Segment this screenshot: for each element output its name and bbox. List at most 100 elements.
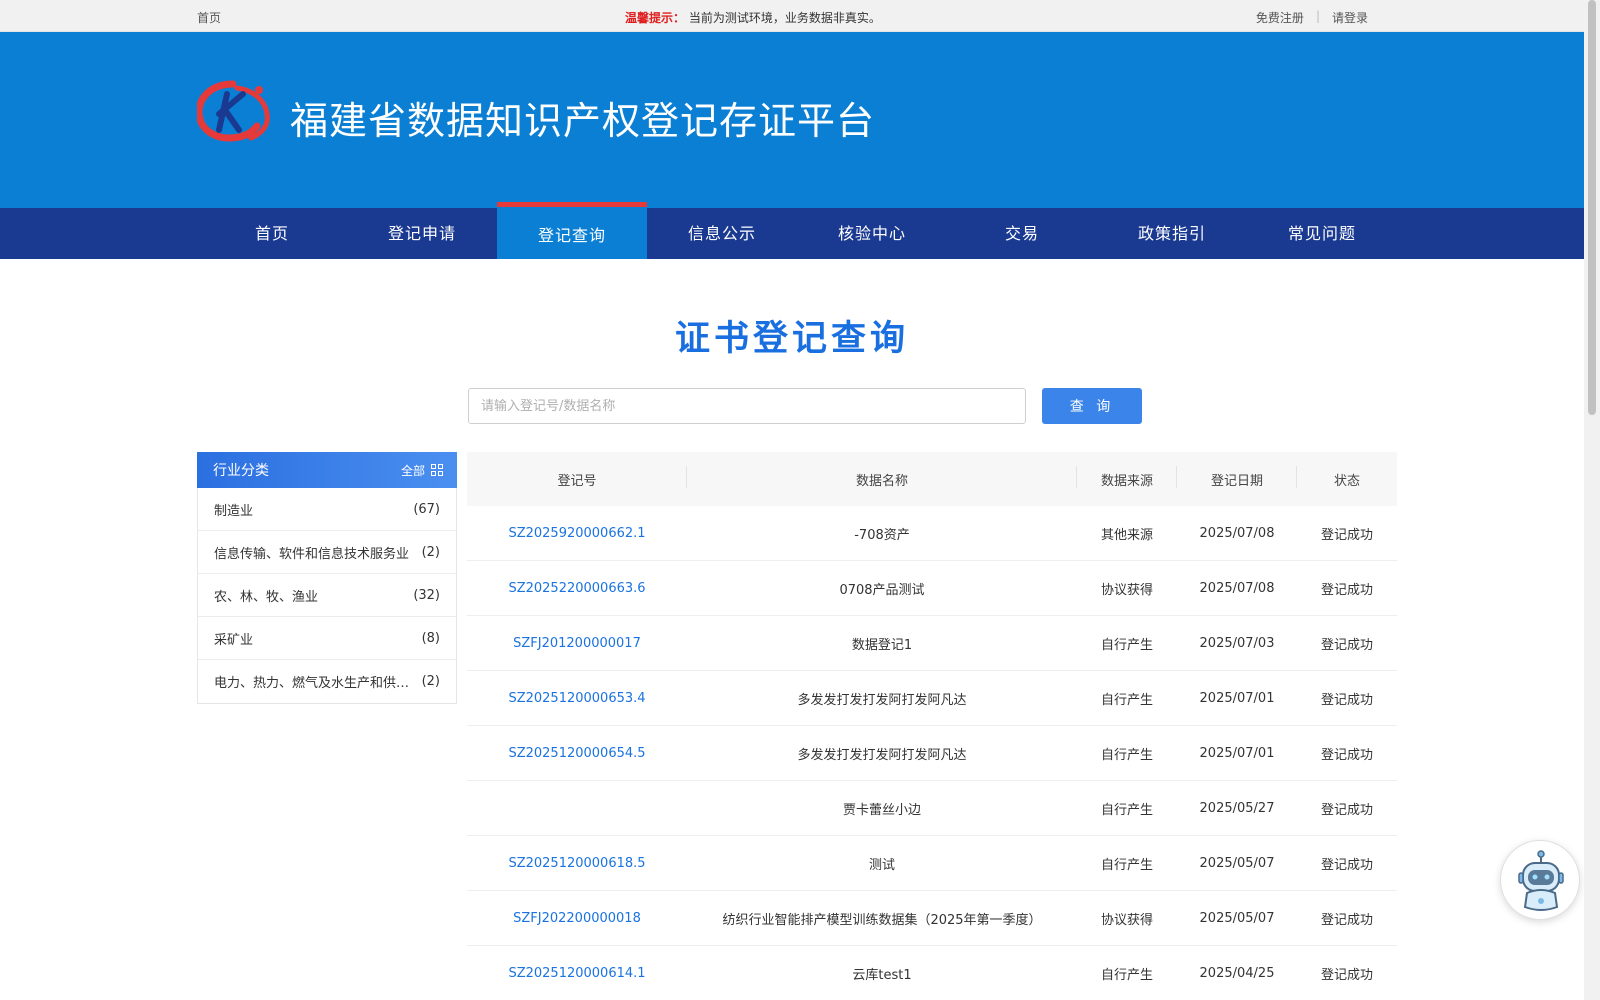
sidebar-all-button[interactable]: 全部 <box>401 462 443 479</box>
page-scrollbar[interactable] <box>1584 0 1600 1000</box>
status-cell: 登记成功 <box>1320 857 1373 873</box>
scrollbar-thumb[interactable] <box>1588 0 1596 415</box>
header-reg-no: 登记号 <box>467 465 687 489</box>
table-header: 登记号 数据名称 数据来源 登记日期 状态 <box>467 452 1397 506</box>
table-row: SZ2025120000614.1 云库test1 自行产生 2025/04/2… <box>467 946 1397 1000</box>
header-status: 状态 <box>1333 473 1360 489</box>
source-cell: 协议获得 <box>1100 582 1153 598</box>
sidebar-item-count: (2) <box>421 544 440 560</box>
status-cell: 登记成功 <box>1320 967 1373 983</box>
assistant-robot-button[interactable] <box>1500 840 1580 920</box>
data-name-cell: 多发发打发打发阿打发阿凡达 <box>797 692 967 708</box>
status-cell: 登记成功 <box>1320 747 1373 763</box>
sidebar-all-label: 全部 <box>400 463 425 478</box>
nav-register-apply[interactable]: 登记申请 <box>347 208 497 259</box>
data-name-cell: 测试 <box>868 857 895 873</box>
header-source: 数据来源 <box>1077 465 1177 489</box>
header-data-name: 数据名称 <box>687 465 1077 489</box>
sidebar-title: 行业分类 <box>213 463 269 479</box>
table-row: SZFJ201200000017 数据登记1 自行产生 2025/07/03 登… <box>467 616 1397 671</box>
nav-verify-center[interactable]: 核验中心 <box>797 208 947 259</box>
data-name-cell: 数据登记1 <box>851 637 913 653</box>
reg-no-link[interactable]: SZ2025920000662.1 <box>467 526 687 541</box>
header-date: 登记日期 <box>1177 465 1297 489</box>
nav-trade[interactable]: 交易 <box>947 208 1097 259</box>
page-title: 证书登记查询 <box>674 319 909 359</box>
sidebar-item-utilities[interactable]: 电力、热力、燃气及水生产和供应业 (2) <box>198 660 456 703</box>
source-cell: 其他来源 <box>1100 527 1153 543</box>
data-name-cell: 云库test1 <box>852 967 912 983</box>
status-cell: 登记成功 <box>1320 912 1373 928</box>
date-cell: 2025/04/25 <box>1199 965 1275 981</box>
environment-notice: 温馨提示： 当前为测试环境，业务数据非真实。 <box>625 9 881 26</box>
site-header: 福建省数据知识产权登记存证平台 <box>0 32 1584 208</box>
data-name-cell: -708资产 <box>854 527 910 543</box>
nav-faq[interactable]: 常见问题 <box>1247 208 1397 259</box>
date-cell: 2025/07/08 <box>1199 580 1275 596</box>
top-home-link[interactable]: 首页 <box>197 9 221 26</box>
sidebar-header: 行业分类 全部 <box>197 452 457 488</box>
nav-policy-guide[interactable]: 政策指引 <box>1097 208 1247 259</box>
table-row: SZ2025120000653.4 多发发打发打发阿打发阿凡达 自行产生 202… <box>467 671 1397 726</box>
sidebar-item-count: (2) <box>421 674 440 689</box>
status-cell: 登记成功 <box>1320 692 1373 708</box>
source-cell: 自行产生 <box>1100 692 1153 708</box>
table-row: SZFJ202200000018 纺织行业智能排产模型训练数据集（2025年第一… <box>467 891 1397 946</box>
results-table: 登记号 数据名称 数据来源 登记日期 状态 SZ2025920000662.1 … <box>467 452 1397 1000</box>
sidebar-item-label: 信息传输、软件和信息技术服务业 <box>214 546 410 562</box>
nav-info-publicity[interactable]: 信息公示 <box>647 208 797 259</box>
status-cell: 登记成功 <box>1320 582 1373 598</box>
industry-sidebar: 行业分类 全部 制造业 (67) 信息传输、软件和信息技术服务业 (2) 农、林… <box>197 452 457 704</box>
date-cell: 2025/05/07 <box>1199 910 1275 926</box>
nav-home[interactable]: 首页 <box>197 208 347 259</box>
robot-icon <box>1518 850 1564 911</box>
reg-no-link[interactable]: SZFJ202200000018 <box>467 911 687 926</box>
reg-no-link[interactable]: SZFJ201200000017 <box>467 636 687 651</box>
date-cell: 2025/07/03 <box>1199 635 1275 651</box>
site-logo-icon[interactable] <box>197 80 271 142</box>
reg-no-link[interactable]: SZ2025220000663.6 <box>467 581 687 596</box>
status-cell: 登记成功 <box>1320 527 1373 543</box>
source-cell: 自行产生 <box>1100 802 1153 818</box>
sidebar-item-mining[interactable]: 采矿业 (8) <box>198 617 456 660</box>
data-name-cell: 贾卡蕾丝小边 <box>842 802 921 818</box>
data-name-cell: 纺织行业智能排产模型训练数据集（2025年第一季度） <box>722 912 1042 928</box>
register-link[interactable]: 免费注册 <box>1256 9 1304 26</box>
search-button[interactable]: 查 询 <box>1042 388 1142 424</box>
sidebar-list: 制造业 (67) 信息传输、软件和信息技术服务业 (2) 农、林、牧、渔业 (3… <box>197 488 457 704</box>
sidebar-item-label: 采矿业 <box>214 632 254 648</box>
date-cell: 2025/07/08 <box>1199 525 1275 541</box>
sidebar-item-label: 农、林、牧、渔业 <box>214 589 319 605</box>
source-cell: 自行产生 <box>1100 747 1153 763</box>
status-cell: 登记成功 <box>1320 802 1373 818</box>
table-row: 贾卡蕾丝小边 自行产生 2025/05/27 登记成功 <box>467 781 1397 836</box>
table-row: SZ2025920000662.1 -708资产 其他来源 2025/07/08… <box>467 506 1397 561</box>
table-row: SZ2025120000618.5 测试 自行产生 2025/05/07 登记成… <box>467 836 1397 891</box>
reg-no-link[interactable]: SZ2025120000653.4 <box>467 691 687 706</box>
sidebar-item-label: 电力、热力、燃气及水生产和供应业 <box>214 676 414 691</box>
source-cell: 自行产生 <box>1100 967 1153 983</box>
source-cell: 自行产生 <box>1100 857 1153 873</box>
search-input[interactable] <box>468 388 1026 424</box>
reg-no-link[interactable]: SZ2025120000618.5 <box>467 856 687 871</box>
reg-no-link[interactable]: SZ2025120000654.5 <box>467 746 687 761</box>
sidebar-item-it-services[interactable]: 信息传输、软件和信息技术服务业 (2) <box>198 531 456 574</box>
reg-no-link[interactable]: SZ2025120000614.1 <box>467 966 687 981</box>
sidebar-item-count: (8) <box>421 630 440 646</box>
login-link[interactable]: 请登录 <box>1332 9 1368 26</box>
data-name-cell: 0708产品测试 <box>839 582 925 598</box>
date-cell: 2025/05/27 <box>1199 800 1275 816</box>
sidebar-item-count: (67) <box>413 501 440 517</box>
sidebar-item-agriculture[interactable]: 农、林、牧、渔业 (32) <box>198 574 456 617</box>
grid-icon <box>431 464 443 476</box>
account-links: 免费注册 | 请登录 <box>1256 9 1368 26</box>
sidebar-item-manufacturing[interactable]: 制造业 (67) <box>198 488 456 531</box>
nav-register-query[interactable]: 登记查询 <box>497 202 647 259</box>
top-bar: 首页 温馨提示： 当前为测试环境，业务数据非真实。 免费注册 | 请登录 <box>0 0 1584 32</box>
date-cell: 2025/05/07 <box>1199 855 1275 871</box>
main-nav: 首页 登记申请 登记查询 信息公示 核验中心 交易 政策指引 常见问题 <box>0 202 1584 259</box>
sidebar-item-count: (32) <box>413 587 440 603</box>
source-cell: 自行产生 <box>1100 637 1153 653</box>
account-separator: | <box>1315 9 1320 23</box>
data-name-cell: 多发发打发打发阿打发阿凡达 <box>797 747 967 763</box>
